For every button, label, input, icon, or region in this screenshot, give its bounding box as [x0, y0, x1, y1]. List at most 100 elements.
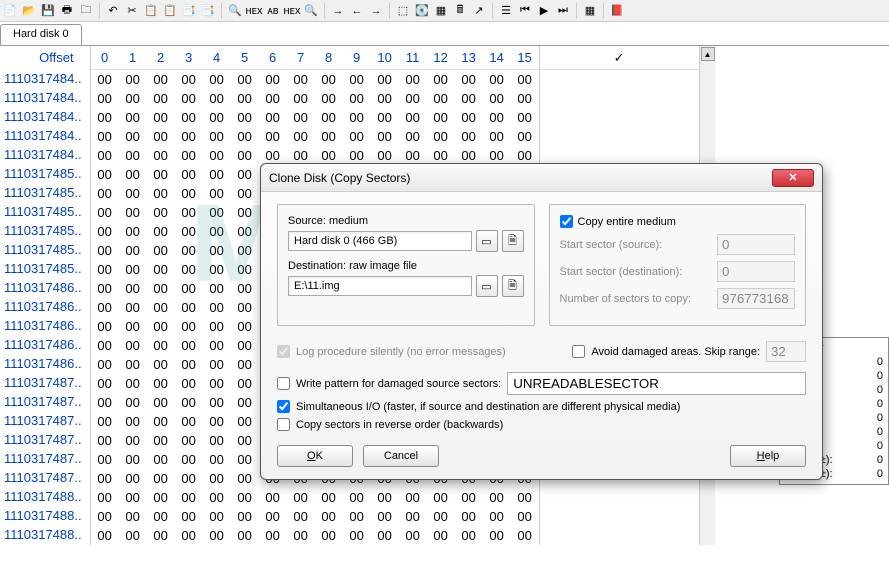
- hex-cell[interactable]: 00: [203, 279, 231, 298]
- hex-cell[interactable]: 00: [91, 260, 119, 279]
- hex-cell[interactable]: 00: [147, 374, 175, 393]
- hex-cell[interactable]: 00: [511, 127, 539, 146]
- hex-cell[interactable]: 00: [343, 89, 371, 108]
- hex-cell[interactable]: 00: [91, 488, 119, 507]
- cancel-button[interactable]: Cancel: [363, 445, 439, 467]
- hex-cell[interactable]: 00: [91, 298, 119, 317]
- hex-cell[interactable]: 00: [455, 526, 483, 545]
- hex-cell[interactable]: 00: [203, 412, 231, 431]
- hex-cell[interactable]: 00: [399, 488, 427, 507]
- hex-cell[interactable]: 00: [147, 146, 175, 165]
- hex-cell[interactable]: 00: [175, 317, 203, 336]
- hex-cell[interactable]: 00: [231, 317, 259, 336]
- hex-cell[interactable]: 00: [91, 450, 119, 469]
- tool-paste2-icon[interactable]: 📑: [200, 3, 216, 19]
- hex-cell[interactable]: 00: [287, 89, 315, 108]
- hex-cell[interactable]: 00: [483, 526, 511, 545]
- hex-cell[interactable]: 00: [399, 127, 427, 146]
- hex-cell[interactable]: 00: [91, 526, 119, 545]
- tool-findhex-icon[interactable]: ʜᴇx: [246, 3, 262, 19]
- hex-cell[interactable]: 00: [91, 89, 119, 108]
- hex-cell[interactable]: 00: [203, 336, 231, 355]
- tool-open-icon[interactable]: 📂: [21, 3, 37, 19]
- hex-cell[interactable]: 00: [231, 431, 259, 450]
- hex-cell[interactable]: 00: [231, 108, 259, 127]
- tool-undo-icon[interactable]: ↶: [105, 3, 121, 19]
- hex-cell[interactable]: 00: [203, 146, 231, 165]
- hex-cell[interactable]: 00: [231, 298, 259, 317]
- hex-cell[interactable]: 00: [399, 526, 427, 545]
- hex-cell[interactable]: 00: [231, 203, 259, 222]
- hex-cell[interactable]: 00: [91, 241, 119, 260]
- hex-cell[interactable]: 00: [119, 317, 147, 336]
- hex-cell[interactable]: 00: [259, 507, 287, 526]
- ok-button[interactable]: OK: [277, 445, 353, 467]
- hex-cell[interactable]: 00: [175, 488, 203, 507]
- hex-cell[interactable]: 00: [147, 507, 175, 526]
- hex-cell[interactable]: 00: [119, 146, 147, 165]
- hex-cell[interactable]: 00: [147, 526, 175, 545]
- tool-fwd-icon[interactable]: →: [368, 3, 384, 19]
- hex-cell[interactable]: 00: [91, 412, 119, 431]
- hex-cell[interactable]: 00: [511, 526, 539, 545]
- hex-cell[interactable]: 00: [175, 241, 203, 260]
- tool-back-icon[interactable]: ←: [349, 3, 365, 19]
- avoid-damaged-checkbox[interactable]: [572, 345, 585, 358]
- hex-row[interactable]: 00000000000000000000000000000000: [91, 488, 539, 507]
- hex-cell[interactable]: 00: [483, 89, 511, 108]
- hex-cell[interactable]: 00: [147, 450, 175, 469]
- hex-cell[interactable]: 00: [259, 70, 287, 89]
- tool-find-icon[interactable]: 🔍: [227, 3, 243, 19]
- hex-cell[interactable]: 00: [343, 127, 371, 146]
- tool-binoculars-icon[interactable]: 🔍: [303, 3, 319, 19]
- hex-cell[interactable]: 00: [175, 165, 203, 184]
- hex-cell[interactable]: 00: [231, 393, 259, 412]
- hex-cell[interactable]: 00: [203, 70, 231, 89]
- write-pattern-checkbox[interactable]: [277, 377, 290, 390]
- hex-cell[interactable]: 00: [315, 89, 343, 108]
- hex-cell[interactable]: 00: [119, 393, 147, 412]
- hex-cell[interactable]: 00: [483, 488, 511, 507]
- hex-cell[interactable]: 00: [343, 488, 371, 507]
- hex-cell[interactable]: 00: [175, 355, 203, 374]
- hex-cell[interactable]: 00: [91, 70, 119, 89]
- hex-cell[interactable]: 00: [119, 279, 147, 298]
- hex-cell[interactable]: 00: [427, 89, 455, 108]
- hex-cell[interactable]: 00: [91, 279, 119, 298]
- tool-last-icon[interactable]: ⏭: [555, 3, 571, 19]
- hex-cell[interactable]: 00: [427, 526, 455, 545]
- hex-row[interactable]: 00000000000000000000000000000000: [91, 127, 539, 146]
- browse-dest-disk-button[interactable]: ▭: [476, 275, 498, 297]
- hex-cell[interactable]: 00: [91, 355, 119, 374]
- hex-cell[interactable]: 00: [175, 146, 203, 165]
- hex-cell[interactable]: 00: [119, 412, 147, 431]
- hex-cell[interactable]: 00: [119, 89, 147, 108]
- hex-cell[interactable]: 00: [455, 70, 483, 89]
- hex-cell[interactable]: 00: [231, 355, 259, 374]
- hex-cell[interactable]: 00: [511, 507, 539, 526]
- hex-cell[interactable]: 00: [175, 184, 203, 203]
- hex-cell[interactable]: 00: [147, 393, 175, 412]
- hex-cell[interactable]: 00: [119, 260, 147, 279]
- hex-cell[interactable]: 00: [119, 108, 147, 127]
- hex-cell[interactable]: 00: [287, 488, 315, 507]
- hex-cell[interactable]: 00: [147, 203, 175, 222]
- tool-grid-icon[interactable]: ▦: [433, 3, 449, 19]
- hex-cell[interactable]: 00: [427, 507, 455, 526]
- tool-calc-icon[interactable]: 🖩: [452, 3, 468, 19]
- hex-cell[interactable]: 00: [119, 165, 147, 184]
- hex-cell[interactable]: 00: [259, 89, 287, 108]
- browse-source-disk-button[interactable]: ▭: [476, 230, 498, 252]
- tool-paste-icon[interactable]: 📋: [162, 3, 178, 19]
- hex-cell[interactable]: 00: [91, 469, 119, 488]
- hex-cell[interactable]: 00: [147, 298, 175, 317]
- hex-cell[interactable]: 00: [119, 355, 147, 374]
- hex-cell[interactable]: 00: [455, 507, 483, 526]
- hex-cell[interactable]: 00: [203, 165, 231, 184]
- hex-cell[interactable]: 00: [203, 260, 231, 279]
- hex-cell[interactable]: 00: [175, 89, 203, 108]
- hex-cell[interactable]: 00: [203, 89, 231, 108]
- tool-findtext-icon[interactable]: ᴀʙ: [265, 3, 281, 19]
- hex-cell[interactable]: 00: [203, 526, 231, 545]
- hex-cell[interactable]: 00: [427, 108, 455, 127]
